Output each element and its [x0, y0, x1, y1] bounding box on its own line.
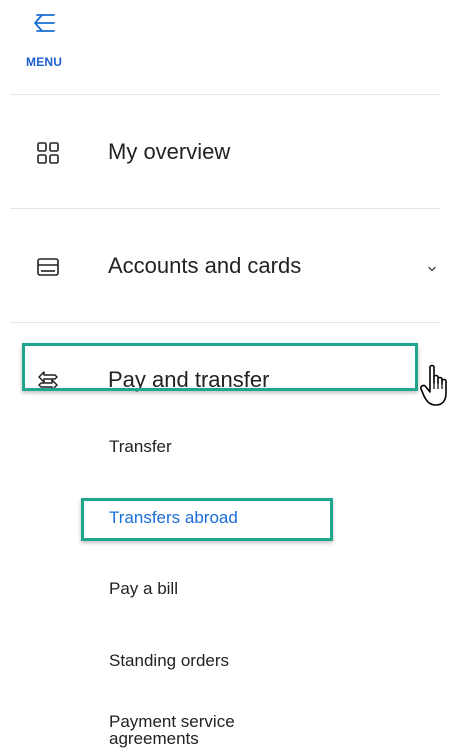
submenu-item-transfers-abroad[interactable]: Transfers abroad	[109, 508, 238, 527]
card-icon	[37, 258, 59, 276]
hand-pointer-cursor-icon	[420, 364, 447, 406]
submenu-item-label-line1: Payment service	[109, 712, 235, 731]
navigation-menu-panel: MENU My overview Accounts and cards Pay …	[0, 0, 452, 754]
nav-item-accounts-and-cards[interactable]: Accounts and cards	[10, 221, 440, 311]
nav-item-label: Accounts and cards	[108, 253, 302, 278]
submenu-item-pay-a-bill[interactable]: Pay a bill	[109, 579, 178, 598]
submenu-item-transfer[interactable]: Transfer	[109, 437, 172, 456]
nav-item-label: Pay and transfer	[108, 367, 270, 392]
divider	[10, 322, 440, 323]
divider	[10, 208, 440, 209]
nav-item-my-overview[interactable]: My overview	[10, 107, 440, 197]
submenu-item-label-line2: agreements	[109, 729, 199, 748]
chevron-down-icon[interactable]	[426, 263, 438, 275]
divider	[10, 94, 440, 95]
menu-label: MENU	[26, 55, 63, 69]
submenu-item-standing-orders[interactable]: Standing orders	[109, 651, 229, 670]
submenu-item-payment-service-agreements[interactable]: Payment service agreements	[109, 713, 329, 747]
nav-item-pay-and-transfer[interactable]: Pay and transfer	[10, 335, 440, 425]
nav-item-label: My overview	[108, 139, 231, 164]
menu-toggle-button[interactable]: MENU	[26, 6, 86, 68]
transfer-icon	[38, 371, 58, 391]
grid-icon	[37, 142, 59, 164]
back-arrow-icon	[34, 14, 55, 32]
